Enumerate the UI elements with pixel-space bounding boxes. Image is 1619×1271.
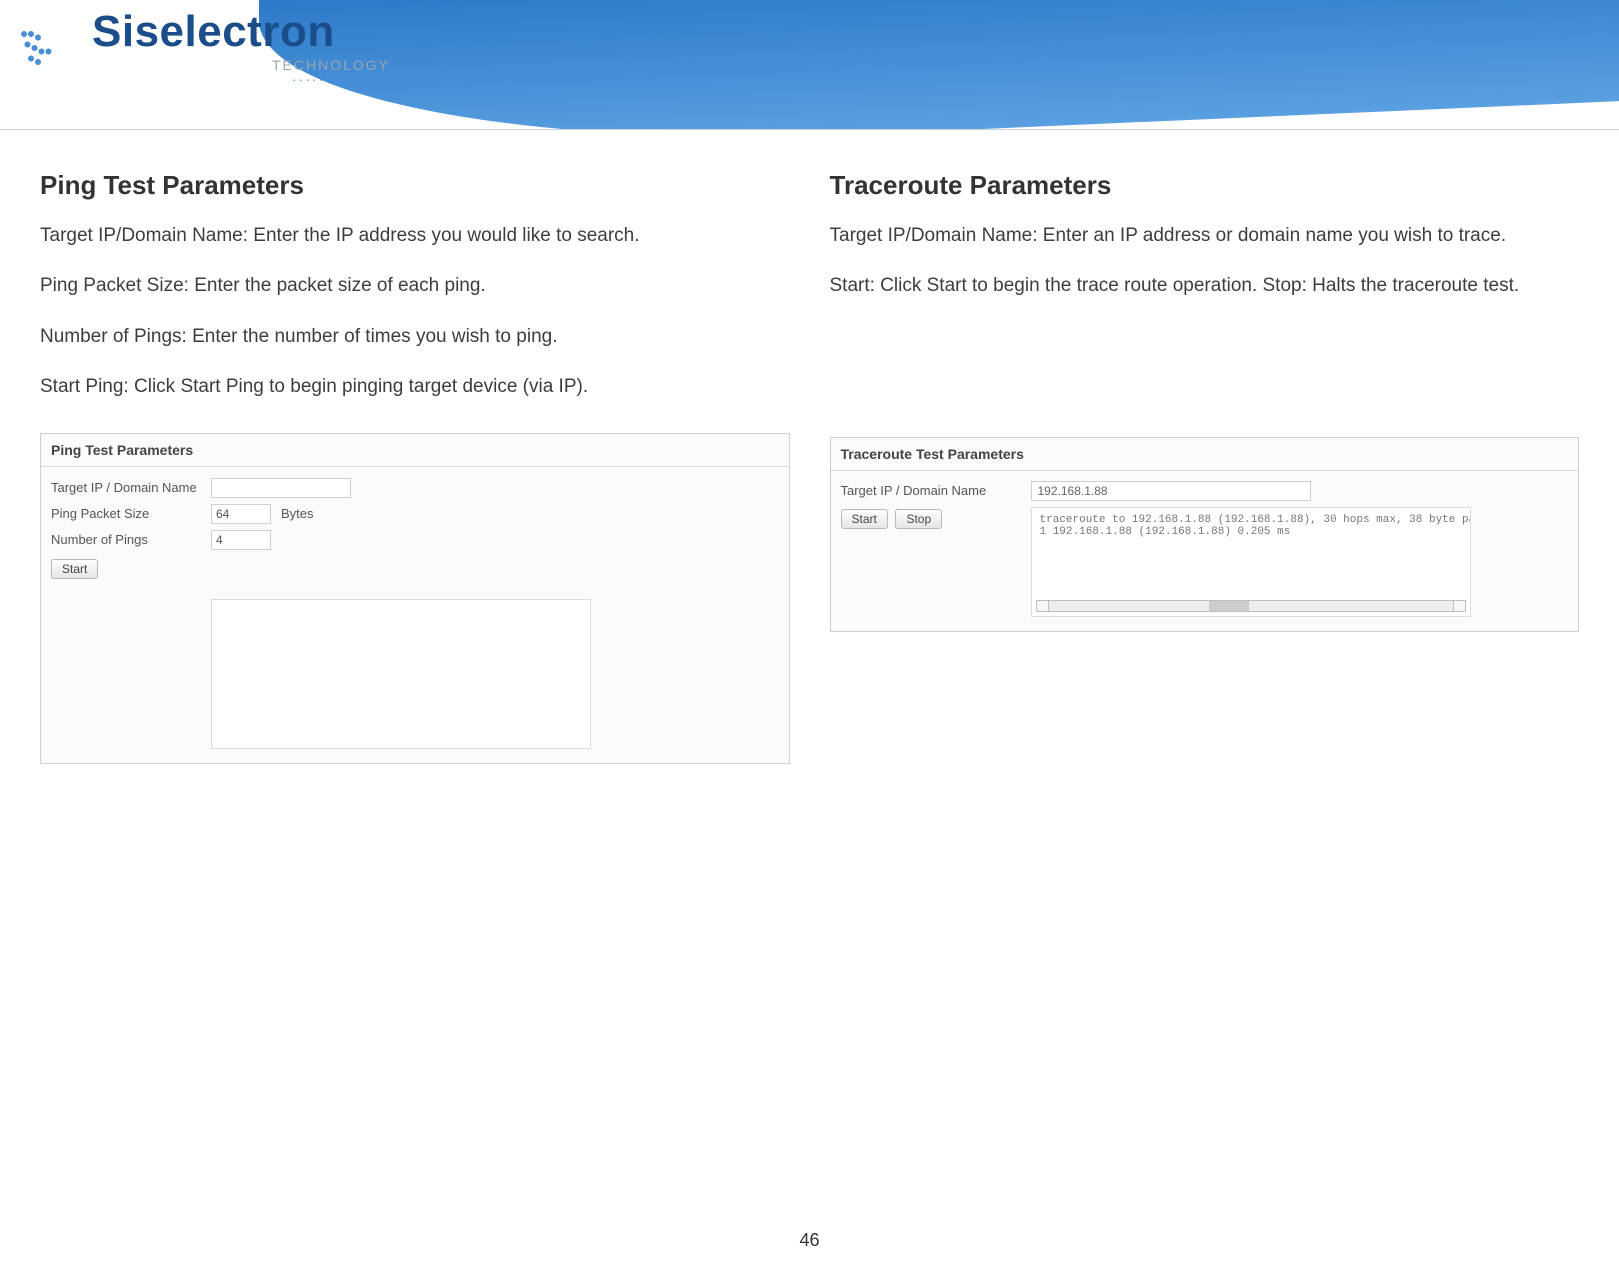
ping-shot-start-button[interactable]: Start bbox=[51, 559, 98, 579]
banner-swoosh bbox=[259, 0, 1619, 130]
ping-size-label: Ping Packet Size: bbox=[40, 275, 189, 296]
traceroute-section: Traceroute Parameters Target IP/Domain N… bbox=[830, 170, 1580, 764]
scroll-thumb[interactable] bbox=[1209, 601, 1249, 611]
trace-target-label: Target IP/Domain Name: bbox=[830, 225, 1038, 246]
scroll-left-cap-icon[interactable] bbox=[1037, 601, 1049, 611]
ping-count-text: Enter the number of times you wish to pi… bbox=[187, 326, 558, 347]
ping-count-desc: Number of Pings: Enter the number of tim… bbox=[40, 322, 790, 352]
trace-screenshot-panel: Traceroute Test Parameters Target IP / D… bbox=[830, 437, 1580, 632]
trace-target-desc: Target IP/Domain Name: Enter an IP addre… bbox=[830, 221, 1580, 251]
logo-dots: ····· bbox=[292, 72, 390, 86]
ping-shot-size-input[interactable]: 64 bbox=[211, 504, 271, 524]
page-number: 46 bbox=[0, 1230, 1619, 1251]
ping-size-desc: Ping Packet Size: Enter the packet size … bbox=[40, 271, 790, 301]
horizontal-scrollbar[interactable] bbox=[1036, 600, 1466, 612]
ping-section: Ping Test Parameters Target IP/Domain Na… bbox=[40, 170, 790, 764]
trace-shot-output-box: traceroute to 192.168.1.88 (192.168.1.88… bbox=[1031, 507, 1471, 617]
trace-shot-start-button[interactable]: Start bbox=[841, 509, 888, 529]
scroll-right-cap-icon[interactable] bbox=[1453, 601, 1465, 611]
trace-shot-stop-button[interactable]: Stop bbox=[895, 509, 942, 529]
ping-heading: Ping Test Parameters bbox=[40, 170, 790, 201]
ping-shot-title: Ping Test Parameters bbox=[41, 434, 789, 467]
ping-target-label: Target IP/Domain Name: bbox=[40, 225, 248, 246]
ping-shot-count-input[interactable]: 4 bbox=[211, 530, 271, 550]
ping-shot-target-label: Target IP / Domain Name bbox=[51, 480, 211, 495]
trace-shot-target-label: Target IP / Domain Name bbox=[841, 483, 1011, 498]
trace-shot-title: Traceroute Test Parameters bbox=[831, 438, 1579, 471]
logo-mark-icon bbox=[10, 13, 80, 83]
trace-start-label: Start: bbox=[830, 275, 875, 296]
trace-heading: Traceroute Parameters bbox=[830, 170, 1580, 201]
ping-start-label: Start Ping: bbox=[40, 376, 129, 397]
trace-output-line: 1 192.168.1.88 (192.168.1.88) 0.205 ms bbox=[1040, 526, 1462, 538]
ping-shot-output-box bbox=[211, 599, 591, 749]
ping-shot-count-label: Number of Pings bbox=[51, 532, 211, 547]
trace-output-line: traceroute to 192.168.1.88 (192.168.1.88… bbox=[1040, 514, 1462, 526]
trace-target-text: Enter an IP address or domain name you w… bbox=[1038, 225, 1507, 246]
logo-name: Siselectron bbox=[92, 10, 390, 54]
ping-target-desc: Target IP/Domain Name: Enter the IP addr… bbox=[40, 221, 790, 251]
ping-screenshot-panel: Ping Test Parameters Target IP / Domain … bbox=[40, 433, 790, 764]
trace-start-desc: Start: Click Start to begin the trace ro… bbox=[830, 271, 1580, 301]
ping-size-text: Enter the packet size of each ping. bbox=[189, 275, 486, 296]
ping-shot-target-input[interactable] bbox=[211, 478, 351, 498]
ping-shot-size-unit: Bytes bbox=[281, 506, 314, 521]
trace-start-text: Click Start to begin the trace route ope… bbox=[875, 275, 1519, 296]
ping-count-label: Number of Pings: bbox=[40, 326, 187, 347]
ping-start-desc: Start Ping: Click Start Ping to begin pi… bbox=[40, 372, 790, 402]
brand-logo: Siselectron TECHNOLOGY ····· bbox=[10, 10, 390, 86]
header-banner: Siselectron TECHNOLOGY ····· bbox=[0, 0, 1619, 130]
ping-start-text: Click Start Ping to begin pinging target… bbox=[129, 376, 588, 397]
logo-subtitle: TECHNOLOGY bbox=[272, 58, 390, 72]
ping-target-text: Enter the IP address you would like to s… bbox=[248, 225, 639, 246]
ping-shot-size-label: Ping Packet Size bbox=[51, 506, 211, 521]
trace-shot-target-input[interactable]: 192.168.1.88 bbox=[1031, 481, 1311, 501]
